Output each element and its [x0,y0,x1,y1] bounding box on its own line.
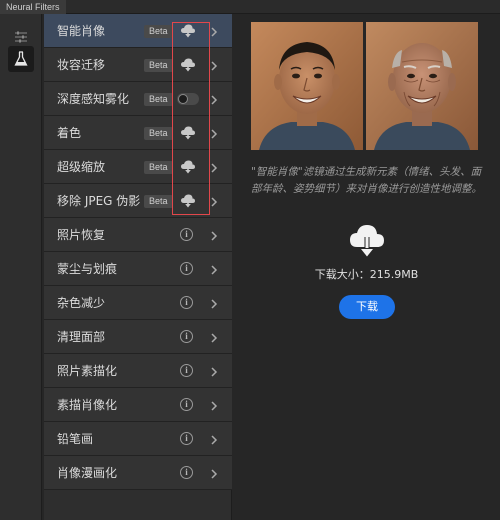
filter-row[interactable]: 移除 JPEG 伪影 Beta [44,184,232,218]
left-toolbar [0,14,42,520]
chevron-right-icon[interactable] [208,126,220,140]
chevron-right-icon[interactable] [208,330,220,344]
flask-icon [14,51,28,66]
toggle-knob [178,94,188,104]
chevron-right-icon[interactable] [208,24,220,38]
chevron-right-icon[interactable] [208,466,220,480]
info-icon[interactable]: i [180,432,193,445]
chevron-right-icon[interactable] [208,228,220,242]
download-button[interactable]: 下载 [339,295,395,319]
filter-row[interactable]: 妆容迁移 Beta [44,48,232,82]
chevron-right-icon[interactable] [208,296,220,310]
filter-label: 照片素描化 [57,364,118,378]
filter-label: 素描肖像化 [57,398,118,412]
filter-detail-panel: "智能肖像"滤镜通过生成新元素（情绪、头发、面部年龄、姿势细节）来对肖像进行创造… [233,14,500,520]
beta-badge: Beta [144,59,173,72]
filter-toggle[interactable] [177,93,199,105]
filter-row[interactable]: 素描肖像化 i [44,388,232,422]
preview-after-image [366,22,478,150]
filter-label: 杂色减少 [57,296,106,310]
filter-row[interactable]: 深度感知雾化 Beta [44,82,232,116]
filter-row[interactable]: 肖像漫画化 i [44,456,232,490]
cloud-download-icon[interactable] [180,57,196,73]
filter-label: 着色 [57,126,82,140]
cloud-download-icon [348,222,386,262]
chevron-right-icon[interactable] [208,160,220,174]
filter-label: 智能肖像 [57,24,106,38]
filter-row[interactable]: 铅笔画 i [44,422,232,456]
filter-description: "智能肖像"滤镜通过生成新元素（情绪、头发、面部年龄、姿势细节）来对肖像进行创造… [251,166,482,195]
filter-label: 蒙尘与划痕 [57,262,118,276]
info-icon[interactable]: i [180,398,193,411]
filter-row[interactable]: 着色 Beta [44,116,232,150]
filter-list: 智能肖像 Beta 妆容迁移 Beta 深度感知雾化 Beta 着色 Beta 超级缩放 Beta… [44,14,232,520]
chevron-right-icon[interactable] [208,194,220,208]
beta-filters-button[interactable] [8,46,34,72]
cloud-download-icon[interactable] [180,159,196,175]
filter-row[interactable]: 杂色减少 i [44,286,232,320]
filter-label: 超级缩放 [57,160,106,174]
beta-badge: Beta [144,161,173,174]
info-icon[interactable]: i [180,296,193,309]
filter-row[interactable]: 超级缩放 Beta [44,150,232,184]
cloud-download-icon[interactable] [180,125,196,141]
download-size-text: 下载大小：215.9MB [314,268,419,281]
filter-row[interactable]: 蒙尘与划痕 i [44,252,232,286]
filter-row[interactable]: 清理面部 i [44,320,232,354]
cloud-download-icon[interactable] [180,193,196,209]
chevron-right-icon[interactable] [208,398,220,412]
filter-label: 清理面部 [57,330,106,344]
chevron-right-icon[interactable] [208,262,220,276]
sliders-icon [15,31,27,43]
filter-label: 深度感知雾化 [57,92,130,106]
filter-label: 照片恢复 [57,228,106,242]
chevron-right-icon[interactable] [208,92,220,106]
title-bar: Neural Filters [0,0,500,14]
filter-label: 妆容迁移 [57,58,106,72]
filter-row[interactable]: 智能肖像 Beta [44,14,232,48]
beta-badge: Beta [144,93,173,106]
chevron-right-icon[interactable] [208,432,220,446]
beta-badge: Beta [144,195,173,208]
filter-label: 铅笔画 [57,432,94,446]
info-icon[interactable]: i [180,228,193,241]
cloud-download-icon[interactable] [180,23,196,39]
beta-badge: Beta [144,25,173,38]
info-icon[interactable]: i [180,466,193,479]
info-icon[interactable]: i [180,262,193,275]
filter-label: 肖像漫画化 [57,466,118,480]
preview-before-image [251,22,363,150]
info-icon[interactable]: i [180,364,193,377]
filter-row[interactable]: 照片恢复 i [44,218,232,252]
filter-row[interactable]: 照片素描化 i [44,354,232,388]
panel-tab-neural-filters[interactable]: Neural Filters [0,0,66,14]
info-icon[interactable]: i [180,330,193,343]
filter-label: 移除 JPEG 伪影 [57,194,141,208]
chevron-right-icon[interactable] [208,58,220,72]
chevron-right-icon[interactable] [208,364,220,378]
beta-badge: Beta [144,127,173,140]
